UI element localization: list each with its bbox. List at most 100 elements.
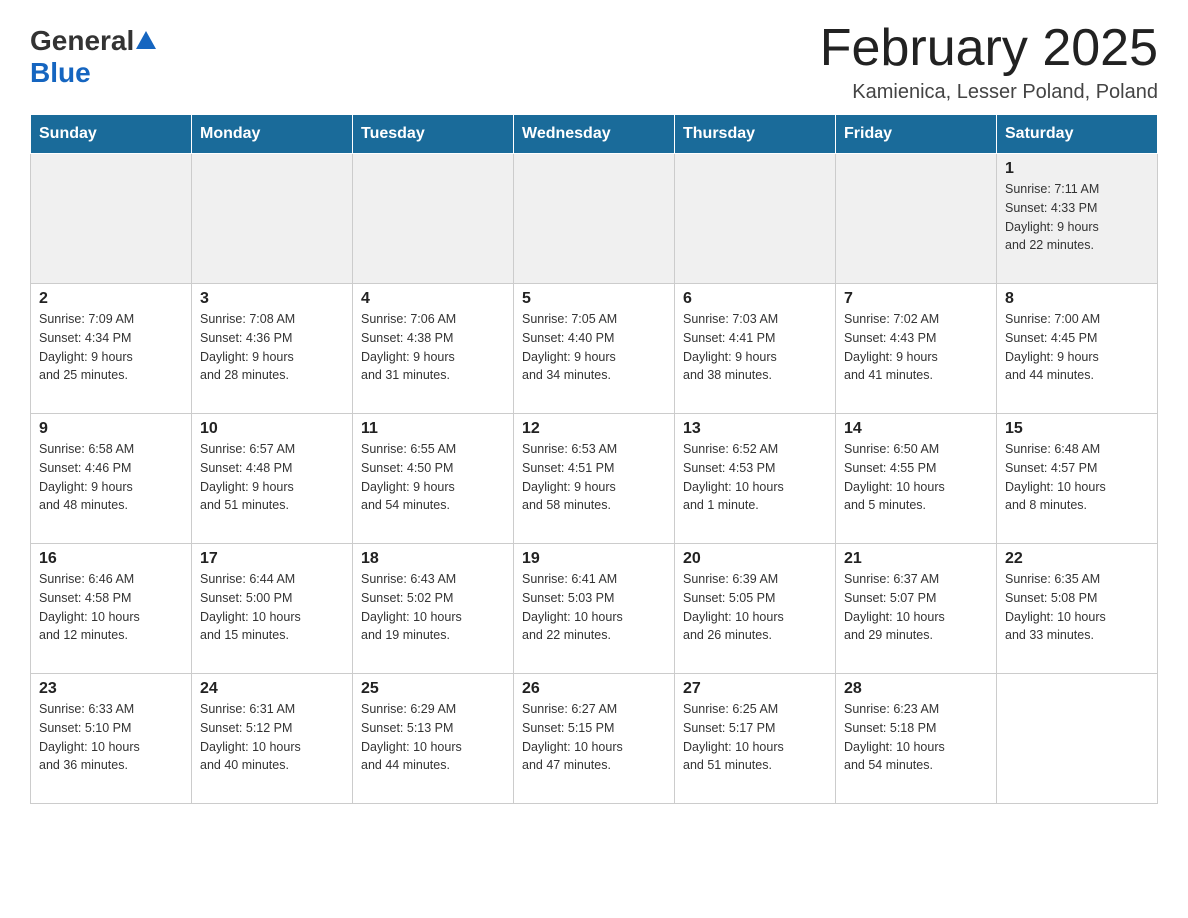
day-info: Sunrise: 7:02 AM Sunset: 4:43 PM Dayligh… xyxy=(844,310,988,385)
day-info: Sunrise: 6:53 AM Sunset: 4:51 PM Dayligh… xyxy=(522,440,666,515)
day-of-week-header: Saturday xyxy=(997,115,1158,154)
day-number: 18 xyxy=(361,550,505,568)
calendar-cell: 25 Sunrise: 6:29 AM Sunset: 5:13 PM Dayli… xyxy=(353,674,514,804)
calendar-week-row: 1 Sunrise: 7:11 AM Sunset: 4:33 PM Daylig… xyxy=(31,154,1158,284)
calendar-cell: 5 Sunrise: 7:05 AM Sunset: 4:40 PM Daylig… xyxy=(514,284,675,414)
day-info: Sunrise: 6:31 AM Sunset: 5:12 PM Dayligh… xyxy=(200,700,344,775)
day-info: Sunrise: 6:41 AM Sunset: 5:03 PM Dayligh… xyxy=(522,570,666,645)
calendar-cell: 23 Sunrise: 6:33 AM Sunset: 5:10 PM Dayli… xyxy=(31,674,192,804)
day-of-week-header: Tuesday xyxy=(353,115,514,154)
day-number: 22 xyxy=(1005,550,1149,568)
day-number: 11 xyxy=(361,420,505,438)
day-info: Sunrise: 6:44 AM Sunset: 5:00 PM Dayligh… xyxy=(200,570,344,645)
logo-flag-icon xyxy=(136,29,156,49)
logo-blue-text: Blue xyxy=(30,57,91,89)
day-number: 19 xyxy=(522,550,666,568)
page-header: General Blue February 2025 Kamienica, Le… xyxy=(30,20,1158,104)
calendar-cell: 1 Sunrise: 7:11 AM Sunset: 4:33 PM Daylig… xyxy=(997,154,1158,284)
calendar-cell: 14Sunrise: 6:50 AM Sunset: 4:55 PM Dayli… xyxy=(836,414,997,544)
day-number: 2 xyxy=(39,290,183,308)
day-number: 8 xyxy=(1005,290,1149,308)
calendar-cell: 4 Sunrise: 7:06 AM Sunset: 4:38 PM Daylig… xyxy=(353,284,514,414)
day-number: 15 xyxy=(1005,420,1149,438)
calendar-cell: 8 Sunrise: 7:00 AM Sunset: 4:45 PM Daylig… xyxy=(997,284,1158,414)
day-info: Sunrise: 6:23 AM Sunset: 5:18 PM Dayligh… xyxy=(844,700,988,775)
day-info: Sunrise: 6:25 AM Sunset: 5:17 PM Dayligh… xyxy=(683,700,827,775)
day-number: 26 xyxy=(522,680,666,698)
day-number: 10 xyxy=(200,420,344,438)
day-number: 5 xyxy=(522,290,666,308)
calendar-cell: 20Sunrise: 6:39 AM Sunset: 5:05 PM Dayli… xyxy=(675,544,836,674)
calendar-cell: 16Sunrise: 6:46 AM Sunset: 4:58 PM Dayli… xyxy=(31,544,192,674)
logo-row: General xyxy=(30,25,156,57)
calendar-cell: 22 Sunrise: 6:35 AM Sunset: 5:08 PM Dayli… xyxy=(997,544,1158,674)
calendar-cell: 12 Sunrise: 6:53 AM Sunset: 4:51 PM Dayli… xyxy=(514,414,675,544)
calendar-cell xyxy=(514,154,675,284)
calendar-week-row: 16Sunrise: 6:46 AM Sunset: 4:58 PM Dayli… xyxy=(31,544,1158,674)
day-info: Sunrise: 6:33 AM Sunset: 5:10 PM Dayligh… xyxy=(39,700,183,775)
calendar-header-row: SundayMondayTuesdayWednesdayThursdayFrid… xyxy=(31,115,1158,154)
calendar-week-row: 23 Sunrise: 6:33 AM Sunset: 5:10 PM Dayli… xyxy=(31,674,1158,804)
day-number: 20 xyxy=(683,550,827,568)
calendar-cell: 19 Sunrise: 6:41 AM Sunset: 5:03 PM Dayli… xyxy=(514,544,675,674)
location-subtitle: Kamienica, Lesser Poland, Poland xyxy=(820,81,1158,104)
calendar-cell xyxy=(353,154,514,284)
day-info: Sunrise: 6:29 AM Sunset: 5:13 PM Dayligh… xyxy=(361,700,505,775)
day-number: 14 xyxy=(844,420,988,438)
day-info: Sunrise: 6:58 AM Sunset: 4:46 PM Dayligh… xyxy=(39,440,183,515)
calendar-cell: 28 Sunrise: 6:23 AM Sunset: 5:18 PM Dayli… xyxy=(836,674,997,804)
calendar-cell: 18 Sunrise: 6:43 AM Sunset: 5:02 PM Dayli… xyxy=(353,544,514,674)
day-info: Sunrise: 7:06 AM Sunset: 4:38 PM Dayligh… xyxy=(361,310,505,385)
day-info: Sunrise: 6:37 AM Sunset: 5:07 PM Dayligh… xyxy=(844,570,988,645)
logo: General Blue xyxy=(30,25,156,89)
calendar-cell: 13 Sunrise: 6:52 AM Sunset: 4:53 PM Dayli… xyxy=(675,414,836,544)
day-of-week-header: Thursday xyxy=(675,115,836,154)
logo-general-text: General xyxy=(30,25,134,57)
calendar-table: SundayMondayTuesdayWednesdayThursdayFrid… xyxy=(30,114,1158,804)
calendar-week-row: 2Sunrise: 7:09 AM Sunset: 4:34 PM Daylig… xyxy=(31,284,1158,414)
day-of-week-header: Monday xyxy=(192,115,353,154)
calendar-cell: 6 Sunrise: 7:03 AM Sunset: 4:41 PM Daylig… xyxy=(675,284,836,414)
day-info: Sunrise: 6:52 AM Sunset: 4:53 PM Dayligh… xyxy=(683,440,827,515)
day-info: Sunrise: 6:57 AM Sunset: 4:48 PM Dayligh… xyxy=(200,440,344,515)
calendar-cell: 11 Sunrise: 6:55 AM Sunset: 4:50 PM Dayli… xyxy=(353,414,514,544)
calendar-cell: 15 Sunrise: 6:48 AM Sunset: 4:57 PM Dayli… xyxy=(997,414,1158,544)
calendar-cell: 26 Sunrise: 6:27 AM Sunset: 5:15 PM Dayli… xyxy=(514,674,675,804)
day-number: 7 xyxy=(844,290,988,308)
day-info: Sunrise: 6:35 AM Sunset: 5:08 PM Dayligh… xyxy=(1005,570,1149,645)
day-info: Sunrise: 7:08 AM Sunset: 4:36 PM Dayligh… xyxy=(200,310,344,385)
title-block: February 2025 Kamienica, Lesser Poland, … xyxy=(820,20,1158,104)
calendar-cell xyxy=(836,154,997,284)
calendar-cell: 27 Sunrise: 6:25 AM Sunset: 5:17 PM Dayli… xyxy=(675,674,836,804)
day-number: 28 xyxy=(844,680,988,698)
day-number: 25 xyxy=(361,680,505,698)
day-number: 3 xyxy=(200,290,344,308)
day-info: Sunrise: 7:05 AM Sunset: 4:40 PM Dayligh… xyxy=(522,310,666,385)
day-of-week-header: Sunday xyxy=(31,115,192,154)
day-number: 16 xyxy=(39,550,183,568)
day-info: Sunrise: 6:55 AM Sunset: 4:50 PM Dayligh… xyxy=(361,440,505,515)
day-info: Sunrise: 7:03 AM Sunset: 4:41 PM Dayligh… xyxy=(683,310,827,385)
calendar-cell xyxy=(192,154,353,284)
day-info: Sunrise: 7:11 AM Sunset: 4:33 PM Dayligh… xyxy=(1005,180,1149,255)
day-number: 4 xyxy=(361,290,505,308)
day-number: 1 xyxy=(1005,160,1149,178)
calendar-cell: 3 Sunrise: 7:08 AM Sunset: 4:36 PM Daylig… xyxy=(192,284,353,414)
day-number: 13 xyxy=(683,420,827,438)
day-number: 12 xyxy=(522,420,666,438)
calendar-cell xyxy=(675,154,836,284)
calendar-cell: 24Sunrise: 6:31 AM Sunset: 5:12 PM Dayli… xyxy=(192,674,353,804)
day-info: Sunrise: 6:43 AM Sunset: 5:02 PM Dayligh… xyxy=(361,570,505,645)
calendar-cell: 17 Sunrise: 6:44 AM Sunset: 5:00 PM Dayli… xyxy=(192,544,353,674)
day-number: 17 xyxy=(200,550,344,568)
day-number: 27 xyxy=(683,680,827,698)
day-info: Sunrise: 6:27 AM Sunset: 5:15 PM Dayligh… xyxy=(522,700,666,775)
calendar-cell: 10 Sunrise: 6:57 AM Sunset: 4:48 PM Dayli… xyxy=(192,414,353,544)
calendar-cell xyxy=(997,674,1158,804)
day-of-week-header: Friday xyxy=(836,115,997,154)
day-info: Sunrise: 7:00 AM Sunset: 4:45 PM Dayligh… xyxy=(1005,310,1149,385)
day-info: Sunrise: 6:48 AM Sunset: 4:57 PM Dayligh… xyxy=(1005,440,1149,515)
calendar-week-row: 9Sunrise: 6:58 AM Sunset: 4:46 PM Daylig… xyxy=(31,414,1158,544)
day-number: 23 xyxy=(39,680,183,698)
day-number: 6 xyxy=(683,290,827,308)
